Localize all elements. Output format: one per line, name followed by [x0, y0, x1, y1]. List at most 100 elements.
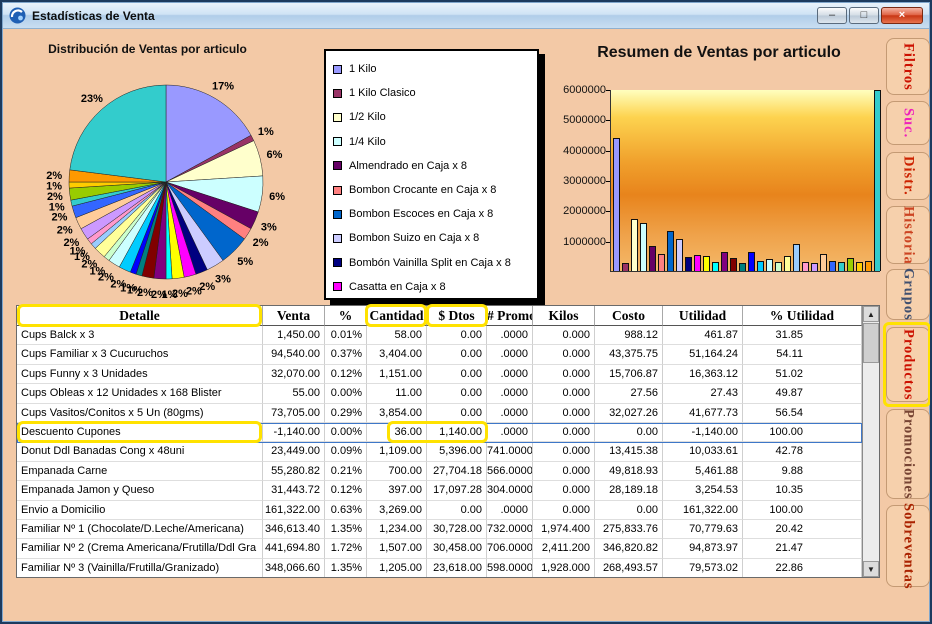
- cell-value: 0.00: [427, 345, 487, 364]
- cell-value: .0000: [487, 384, 533, 403]
- scroll-down-button[interactable]: ▼: [863, 561, 879, 577]
- minimize-button[interactable]: –: [817, 7, 847, 24]
- legend-item: 1 Kilo: [333, 57, 535, 81]
- tab-historia[interactable]: Historia: [886, 206, 930, 264]
- table-row[interactable]: Empanada Carne55,280.820.21%700.0027,704…: [17, 462, 862, 481]
- cell-value: 73,705.00: [263, 404, 325, 423]
- cell-value: 1.35%: [325, 520, 367, 539]
- cell-value: 5,461.88: [663, 462, 743, 481]
- cell-detalle: Familiar Nº 1 (Chocolate/D.Leche/America…: [17, 520, 263, 539]
- legend-label: 1 Kilo: [349, 63, 377, 75]
- table-row[interactable]: Cups Funny x 3 Unidades32,070.000.12%1,1…: [17, 365, 862, 384]
- tab-filtros[interactable]: Filtros: [886, 38, 930, 95]
- pie-percentage-label: 17%: [212, 81, 234, 93]
- cell-value: 0.00: [427, 501, 487, 520]
- cell-value: 23,449.00: [263, 442, 325, 461]
- pie-percentage-label: 1%: [46, 181, 62, 193]
- cell-detalle: Cups Funny x 3 Unidades: [17, 365, 263, 384]
- tab-sobreventas[interactable]: Sobreventas: [886, 505, 930, 587]
- bar: [856, 262, 863, 271]
- cell-value: 0.63%: [325, 501, 367, 520]
- scrollbar-thumb[interactable]: [863, 323, 879, 363]
- cell-value: 51.02: [743, 365, 862, 384]
- table-row[interactable]: Cups Obleas x 12 Unidades x 168 Blister5…: [17, 384, 862, 403]
- cell-value: 1,140.00: [427, 423, 487, 442]
- cell-value: 100.00: [743, 501, 862, 520]
- table-row[interactable]: Empanada Jamon y Queso31,443.720.12%397.…: [17, 481, 862, 500]
- bar: [802, 262, 809, 271]
- bar: [658, 254, 665, 271]
- cell-value: 706.0000: [487, 539, 533, 558]
- cell-value: 31,443.72: [263, 481, 325, 500]
- table-row[interactable]: Cups Balck x 31,450.000.01%58.000.00.000…: [17, 326, 862, 345]
- cell-value: .0000: [487, 501, 533, 520]
- legend-swatch: [333, 282, 342, 291]
- tab-suc[interactable]: Suc.: [886, 101, 930, 145]
- legend-item: Bombon Crocante en Caja x 8: [333, 178, 535, 202]
- cell-detalle: Cups Vasitos/Conitos x 5 Un (80gms): [17, 404, 263, 423]
- legend-label: Casatta en Caja x 8: [349, 281, 446, 293]
- column-header-utilidad[interactable]: Utilidad: [663, 306, 743, 326]
- table-row[interactable]: Cups Vasitos/Conitos x 5 Un (80gms)73,70…: [17, 404, 862, 423]
- table-row[interactable]: Descuento Cupones-1,140.000.00%36.001,14…: [17, 423, 862, 442]
- column-header-venta[interactable]: Venta: [263, 306, 325, 326]
- legend-label: Bombon Escoces en Caja x 8: [349, 208, 493, 220]
- legend-item: 1 Kilo Clasico: [333, 81, 535, 105]
- bar: [640, 223, 647, 271]
- table-row[interactable]: Familiar Nº 3 (Vainilla/Frutilla/Graniza…: [17, 559, 862, 577]
- scroll-up-button[interactable]: ▲: [863, 306, 879, 322]
- pie-percentage-label: 6%: [269, 191, 285, 203]
- column-header-kilos[interactable]: Kilos: [533, 306, 595, 326]
- column-header-promo[interactable]: # Promo: [487, 306, 533, 326]
- column-header-utilidad[interactable]: % Utilidad: [743, 306, 862, 326]
- pie-percentage-label: 2%: [253, 237, 269, 249]
- pie-percentage-label: 2%: [47, 191, 63, 203]
- cell-value: 31.85: [743, 326, 862, 345]
- app-window: Estadísticas de Venta – □ × Distribución…: [0, 0, 932, 624]
- y-axis-tick: [606, 211, 610, 212]
- table-row[interactable]: Familiar Nº 1 (Chocolate/D.Leche/America…: [17, 520, 862, 539]
- pie-chart: 17%1%6%6%3%2%5%3%2%2%2%1%2%2%1%1%2%2%1%2…: [8, 54, 318, 309]
- bar: [820, 254, 827, 271]
- maximize-button[interactable]: □: [849, 7, 879, 24]
- table-row[interactable]: Donut Ddl Banadas Cong x 48uni23,449.000…: [17, 442, 862, 461]
- tab-promociones[interactable]: Promociones: [886, 409, 930, 499]
- bar: [811, 263, 818, 271]
- cell-value: 988.12: [595, 326, 663, 345]
- cell-value: 1.72%: [325, 539, 367, 558]
- table-row[interactable]: Familiar Nº 2 (Crema Americana/Frutilla/…: [17, 539, 862, 558]
- pie-percentage-label: 3%: [215, 273, 231, 285]
- cell-value: 732.0000: [487, 520, 533, 539]
- cell-value: 598.0000: [487, 559, 533, 577]
- bar: [757, 261, 764, 271]
- column-header-detalle[interactable]: Detalle: [17, 306, 263, 326]
- tab-productos[interactable]: Productos: [886, 327, 930, 402]
- column-header-cantidad[interactable]: Cantidad: [367, 306, 427, 326]
- cell-value: 1,507.00: [367, 539, 427, 558]
- cell-value: 346,820.82: [595, 539, 663, 558]
- tab-grupos[interactable]: Grupos: [886, 269, 930, 320]
- cell-value: 0.000: [533, 501, 595, 520]
- bar: [829, 261, 836, 271]
- table-scrollbar[interactable]: ▲ ▼: [862, 306, 879, 577]
- pie-percentage-label: 2%: [151, 289, 167, 301]
- cell-value: 42.78: [743, 442, 862, 461]
- table-row[interactable]: Envio a Domicilio161,322.000.63%3,269.00…: [17, 501, 862, 520]
- bar: [721, 252, 728, 271]
- cell-value: 10,033.61: [663, 442, 743, 461]
- column-header-dtos[interactable]: $ Dtos: [427, 306, 487, 326]
- cell-value: 0.000: [533, 442, 595, 461]
- column-header-[interactable]: %: [325, 306, 367, 326]
- cell-value: 397.00: [367, 481, 427, 500]
- title-bar[interactable]: Estadísticas de Venta: [3, 3, 929, 29]
- table-row[interactable]: Cups Familiar x 3 Cucuruchos94,540.000.3…: [17, 345, 862, 364]
- column-header-costo[interactable]: Costo: [595, 306, 663, 326]
- close-button[interactable]: ×: [881, 7, 923, 24]
- legend-items: 1 Kilo1 Kilo Clasico1/2 Kilo1/4 KiloAlme…: [333, 57, 535, 299]
- bar-y-axis: 1000000200000030000004000000500000060000…: [550, 88, 606, 276]
- cell-value: 0.37%: [325, 345, 367, 364]
- legend-label: 1/2 Kilo: [349, 111, 386, 123]
- cell-value: 28,189.18: [595, 481, 663, 500]
- cell-detalle: Empanada Jamon y Queso: [17, 481, 263, 500]
- tab-distr[interactable]: Distr.: [886, 152, 930, 200]
